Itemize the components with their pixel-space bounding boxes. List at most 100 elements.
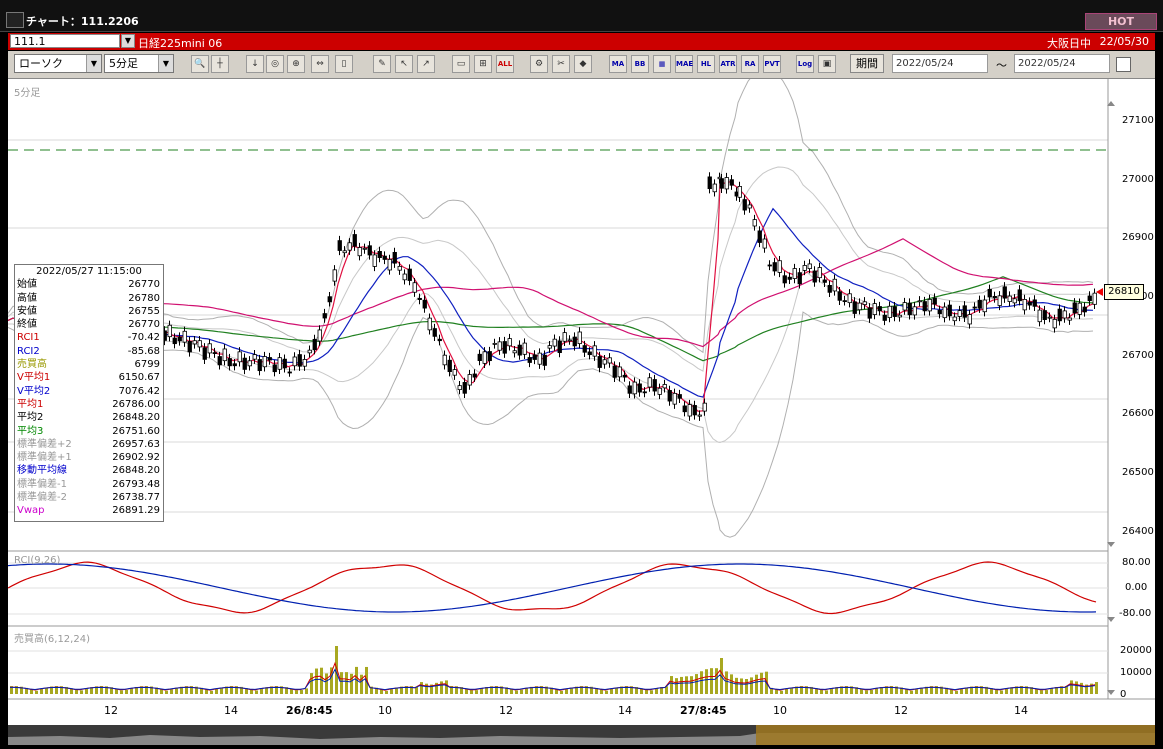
- volume-bar: [345, 672, 348, 694]
- volume-bar: [425, 683, 428, 694]
- volume-bar: [175, 687, 178, 694]
- candle-body: [852, 301, 857, 314]
- hot-button[interactable]: HOT: [1085, 13, 1157, 30]
- lock-icon[interactable]: ▯: [335, 55, 353, 73]
- info-row: 売買高 6799: [15, 358, 163, 371]
- magnify-icon[interactable]: ⊕: [287, 55, 305, 73]
- symbol-dropdown-icon[interactable]: ▼: [121, 34, 135, 48]
- info-row-value: 7076.42: [118, 385, 160, 397]
- volume-bar: [310, 673, 313, 694]
- candle-body: [472, 373, 477, 378]
- candle-body: [392, 251, 397, 264]
- chart-zoom-icon[interactable]: ◎: [266, 55, 284, 73]
- volume-bar: [440, 681, 443, 694]
- overview-svg[interactable]: [0, 725, 1163, 749]
- info-row-value: 26902.92: [112, 452, 160, 464]
- rci-scale-label: -80.00: [1119, 608, 1152, 619]
- pen-icon[interactable]: ✎: [373, 55, 391, 73]
- date-from-input[interactable]: 2022/05/24: [892, 54, 988, 73]
- candle-body: [532, 354, 537, 360]
- volume-bar: [560, 690, 563, 694]
- scrollbar-overview[interactable]: [0, 725, 1163, 749]
- window-titlebar: チャート：111.2206 HOT: [0, 0, 1163, 32]
- candle-body: [272, 364, 277, 373]
- candle-body: [932, 297, 937, 305]
- volume-bar: [315, 668, 318, 694]
- cursor-icon[interactable]: ↖: [395, 55, 413, 73]
- candle-body: [607, 357, 612, 364]
- symbol-bar: 111.1 ▼ 日経225mini 06 大阪日中 22/05/30: [8, 33, 1155, 50]
- candle-body: [227, 358, 232, 367]
- crosshair-icon[interactable]: ┼: [211, 55, 229, 73]
- date-range-separator: 〜: [996, 59, 1007, 72]
- symbol-input[interactable]: 111.1: [10, 34, 120, 48]
- all-button[interactable]: ALL: [496, 55, 514, 73]
- volume-bar: [325, 673, 328, 694]
- export-icon[interactable]: ▣: [818, 55, 836, 73]
- chart-svg[interactable]: [8, 79, 1155, 726]
- volume-bar: [475, 690, 478, 694]
- candle-body: [652, 379, 657, 392]
- candle-body: [362, 247, 367, 250]
- info-row: V平均1 6150.67: [15, 371, 163, 384]
- candle-body: [592, 345, 597, 357]
- date-to-input[interactable]: 2022/05/24: [1014, 54, 1110, 73]
- candle-body: [767, 264, 772, 267]
- candle-body: [687, 404, 692, 417]
- info-row: V平均2 7076.42: [15, 385, 163, 398]
- candle-body: [1012, 298, 1017, 304]
- info-row-label: 平均2: [17, 412, 44, 424]
- period-button[interactable]: 期間: [850, 54, 884, 73]
- arrow-icon[interactable]: ↗: [417, 55, 435, 73]
- color-icon[interactable]: ◆: [574, 55, 592, 73]
- candle-body: [552, 338, 557, 347]
- box-expand-icon[interactable]: ⊞: [474, 55, 492, 73]
- instrument-name: 日経225mini 06: [138, 37, 223, 50]
- candle-body: [822, 279, 827, 283]
- pointer-icon[interactable]: ↓: [246, 55, 264, 73]
- candle-icon[interactable]: ⇔: [311, 55, 329, 73]
- period-checkbox[interactable]: [1116, 57, 1131, 72]
- volume-bar: [1000, 690, 1003, 694]
- volume-bar: [865, 690, 868, 694]
- indicator-ra-button[interactable]: RA: [741, 55, 759, 73]
- interval-select[interactable]: 5分足 ▼: [104, 54, 174, 73]
- indicator-hl-button[interactable]: HL: [697, 55, 715, 73]
- indicator-mae-button[interactable]: MAE: [675, 55, 693, 73]
- chart-type-value: ローソク: [19, 57, 63, 70]
- info-row-value: 26780: [128, 292, 160, 304]
- chart-type-select[interactable]: ローソク ▼: [14, 54, 102, 73]
- candle-body: [402, 273, 407, 281]
- candle-body: [477, 353, 482, 361]
- indicator-ma-button[interactable]: MA: [609, 55, 627, 73]
- time-axis-label: 14: [618, 704, 632, 717]
- volume-bar: [520, 689, 523, 694]
- indicator-pvt-button[interactable]: PVT: [763, 55, 781, 73]
- indicator-bb2-icon[interactable]: ▦: [653, 55, 671, 73]
- volume-bar: [125, 689, 128, 694]
- candle-body: [297, 354, 302, 367]
- volume-bar: [730, 674, 733, 694]
- indicator-atr-button[interactable]: ATR: [719, 55, 737, 73]
- scroll-thumb[interactable]: [756, 725, 1155, 745]
- candle-body: [357, 247, 362, 257]
- log-scale-button[interactable]: Log: [796, 55, 814, 73]
- candle-body: [627, 385, 632, 394]
- tool-icon[interactable]: ✂: [552, 55, 570, 73]
- volume-bar: [715, 668, 718, 694]
- volume-bar: [610, 688, 613, 694]
- zoom-icon[interactable]: 🔍: [191, 55, 209, 73]
- candle-body: [1092, 292, 1097, 305]
- candle-body: [667, 390, 672, 402]
- volume-bar: [600, 689, 603, 694]
- candle-body: [987, 288, 992, 298]
- info-row-label: 標準偏差-1: [17, 478, 67, 490]
- box-icon[interactable]: ▭: [452, 55, 470, 73]
- volume-bar: [480, 688, 483, 694]
- info-row-label: 高値: [17, 292, 37, 304]
- indicator-bb-button[interactable]: BB: [631, 55, 649, 73]
- candle-body: [222, 348, 227, 362]
- gear-icon[interactable]: ⚙: [530, 55, 548, 73]
- volume-bar: [385, 690, 388, 694]
- info-row: 平均1 26786.00: [15, 398, 163, 411]
